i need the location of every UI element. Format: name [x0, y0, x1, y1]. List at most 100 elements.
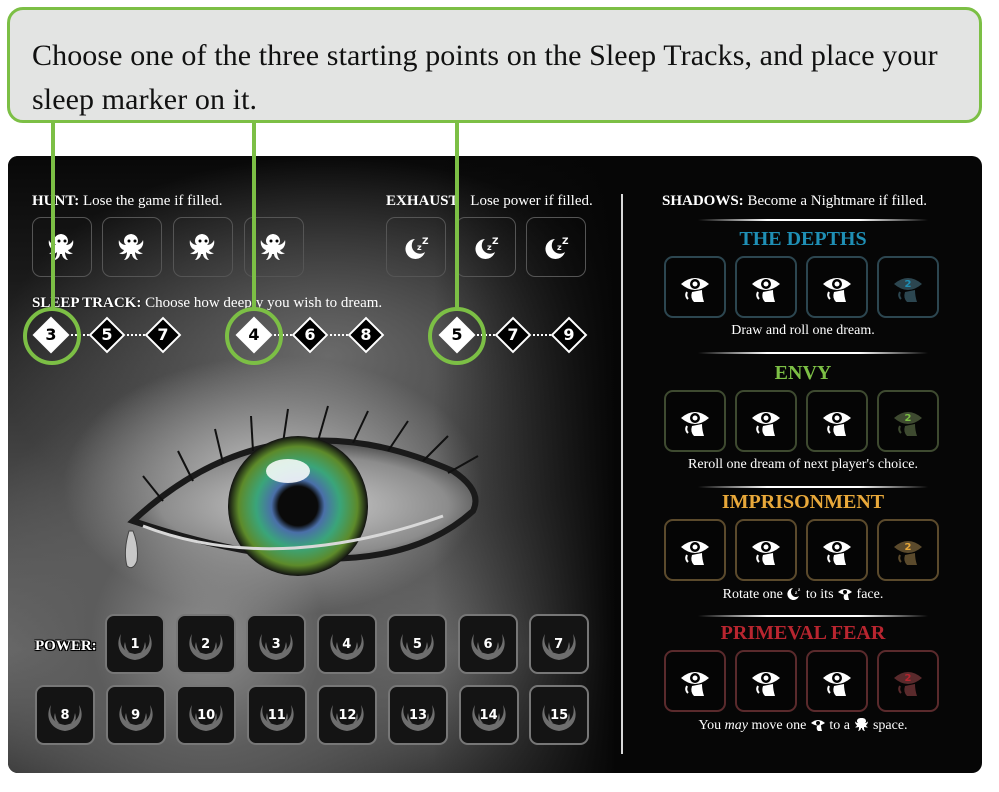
crying-eye-icon [838, 589, 853, 600]
power-value: 7 [554, 636, 564, 652]
tentacle-monster-icon [855, 718, 869, 731]
svg-text:z: z [798, 588, 801, 593]
crying-eye-icon [681, 278, 709, 302]
power-slot-3[interactable]: 3 [246, 614, 307, 674]
shadow-slot-2[interactable] [735, 650, 797, 712]
hunt-slot-2[interactable] [102, 217, 162, 277]
crying-eye-icon [823, 541, 851, 565]
sleep-track-3-step-2[interactable]: 9 [550, 316, 588, 354]
crying-eye-icon [752, 278, 780, 302]
hunt-description: Lose the game if filled. [82, 193, 223, 209]
power-label: POWER: [35, 638, 97, 654]
sleep-track-1-step-1[interactable]: 5 [88, 316, 126, 354]
crying-eye-icon [752, 412, 780, 436]
shadow-slot-2[interactable] [735, 519, 797, 581]
power-slot-10[interactable]: 10 [176, 685, 237, 745]
effect-text: face. [856, 587, 884, 602]
sleep-track-2-step-2[interactable]: 8 [347, 316, 385, 354]
hunt-slot-3[interactable] [173, 217, 233, 277]
shadows-separator [698, 352, 928, 354]
sleep-track-label: SLEEP TRACK: Choose how deeply you wish … [32, 295, 382, 312]
power-value: 2 [201, 636, 211, 652]
shadow-section-title: PRIMEVAL FEAR [720, 622, 886, 644]
shadows-title: SHADOWS: [662, 193, 744, 209]
shadows-separator [698, 219, 928, 221]
shadow-slot-4[interactable]: 2 [877, 256, 939, 318]
effect-text: You [698, 718, 722, 733]
hunt-slot-1[interactable] [32, 217, 92, 277]
shadow-slot-4[interactable]: 2 [877, 519, 939, 581]
power-value: 4 [342, 636, 352, 652]
shadow-slot-4[interactable]: 2 [877, 650, 939, 712]
shadow-slot-3[interactable] [806, 256, 868, 318]
power-slot-1[interactable]: 1 [105, 614, 165, 674]
exhaust-description: Lose power if filled. [470, 193, 593, 209]
tentacle-monster-icon [260, 234, 286, 260]
power-value: 5 [412, 636, 422, 652]
power-slot-6[interactable]: 6 [458, 614, 518, 674]
power-slot-11[interactable]: 11 [246, 685, 307, 745]
highlight-ring-track-1 [23, 307, 81, 365]
shadow-section-title: ENVY [774, 362, 832, 384]
svg-text:Z: Z [422, 237, 429, 247]
shadows-separator [698, 615, 928, 617]
callout-leader-3 [455, 123, 459, 309]
shadow-slot-1[interactable] [664, 650, 726, 712]
power-value: 8 [60, 707, 70, 723]
power-value: 15 [550, 707, 569, 723]
exhaust-slot-1[interactable]: zZ [386, 217, 446, 277]
effect-text: move one [751, 718, 807, 733]
power-slot-14[interactable]: 14 [458, 685, 519, 745]
shadow-section-effect: You may move one to a space. [658, 717, 948, 734]
exhaust-title: EXHAUST [386, 193, 459, 209]
effect-text: Draw and roll one dream. [731, 323, 875, 338]
shadow-final-value: 2 [904, 541, 912, 553]
sleep-track-1-step-2[interactable]: 7 [144, 316, 182, 354]
shadows-description: Become a Nightmare if filled. [747, 193, 927, 209]
shadow-section-title: THE DEPTHS [739, 228, 867, 250]
eye-artwork [124, 405, 479, 576]
hunt-label: HUNT: Lose the game if filled. [32, 193, 223, 210]
power-value: 14 [479, 707, 498, 723]
power-value: 9 [131, 707, 141, 723]
shadow-slot-1[interactable] [664, 519, 726, 581]
sleep-track-3-step-1[interactable]: 7 [494, 316, 532, 354]
effect-text: to its [805, 587, 834, 602]
power-slot-12[interactable]: 12 [317, 685, 378, 745]
shadow-final-value: 2 [904, 278, 912, 290]
shadow-slot-4[interactable]: 2 [877, 390, 939, 452]
moon-sleep-icon: zZ [405, 237, 429, 259]
sleep-track-2-step-1[interactable]: 6 [291, 316, 329, 354]
shadow-slot-3[interactable] [806, 390, 868, 452]
shadow-final-value: 2 [904, 672, 912, 684]
moon-sleep-icon: zZ [475, 237, 499, 259]
power-slot-5[interactable]: 5 [387, 614, 448, 674]
player-board: HUNT: Lose the game if filled. EXHAUST L… [8, 156, 982, 773]
power-value: 13 [408, 707, 428, 723]
power-slot-13[interactable]: 13 [388, 685, 448, 745]
power-slot-4[interactable]: 4 [316, 614, 377, 674]
power-slot-9[interactable]: 9 [105, 685, 166, 745]
shadow-slot-3[interactable] [806, 650, 868, 712]
section-divider [621, 194, 623, 754]
hunt-title: HUNT: [32, 193, 80, 209]
power-slot-7[interactable]: 7 [528, 614, 589, 674]
power-slot-8[interactable]: 8 [35, 685, 95, 745]
shadow-slot-1[interactable] [664, 256, 726, 318]
shadow-slot-2[interactable] [735, 390, 797, 452]
crying-eye-icon [681, 541, 709, 565]
shadows-separator [698, 486, 928, 488]
svg-text:Z: Z [492, 237, 499, 247]
exhaust-slot-3[interactable]: zZ [526, 217, 586, 277]
svg-text:Z: Z [562, 237, 569, 247]
effect-text: may [724, 718, 748, 733]
shadow-slot-2[interactable] [735, 256, 797, 318]
exhaust-slot-2[interactable]: zZ [456, 217, 516, 277]
power-slot-15[interactable]: 15 [529, 685, 590, 745]
shadow-slot-3[interactable] [806, 519, 868, 581]
power-slot-2[interactable]: 2 [175, 614, 236, 674]
crying-eye-icon [823, 278, 851, 302]
shadow-slot-1[interactable] [664, 390, 726, 452]
tentacle-monster-icon [118, 234, 144, 260]
shadow-section-effect: Draw and roll one dream. [658, 323, 948, 339]
